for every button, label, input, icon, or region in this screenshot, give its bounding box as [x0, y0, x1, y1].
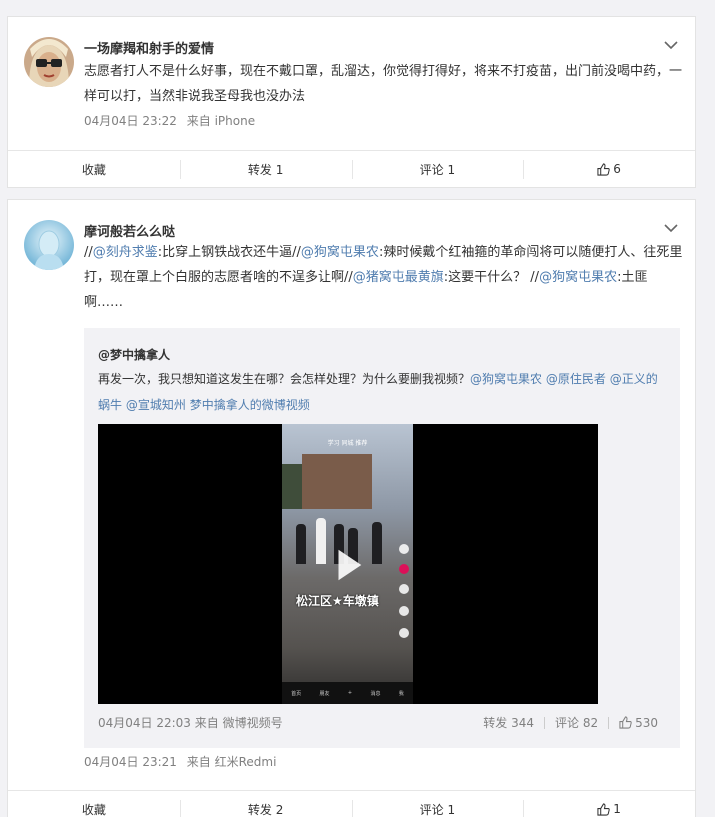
- mention-link[interactable]: @狗窝屯果农: [301, 245, 379, 260]
- like-button[interactable]: 6: [523, 151, 695, 187]
- video-overlay-label: 松江区★车墩镇: [296, 594, 379, 608]
- text-segment: //: [84, 245, 93, 260]
- comment-label: 评论 1: [419, 802, 456, 817]
- post-time[interactable]: 04月04日 23:22: [84, 114, 177, 128]
- quoted-meta: 04月04日 22:03 来自 微博视频号: [98, 714, 283, 731]
- chevron-down-icon[interactable]: [663, 39, 679, 51]
- quoted-username[interactable]: @梦中擒拿人: [98, 346, 170, 363]
- quoted-like-button[interactable]: 530: [619, 716, 658, 730]
- post-text: 志愿者打人不是什么好事，现在不戴口罩，乱溜达，你觉得打得好，将来不打疫苗，出门前…: [84, 64, 683, 104]
- quoted-source: 来自 微博视频号: [194, 716, 283, 730]
- mention-link[interactable]: @宣城知州: [126, 398, 186, 412]
- video-nav-item: 消息: [370, 690, 381, 697]
- video-nav-item: 我: [398, 690, 404, 697]
- feed-card: 一场摩羯和射手的爱情 志愿者打人不是什么好事，现在不戴口罩，乱溜达，你觉得打得好…: [7, 16, 696, 188]
- repost-label: 转发 2: [247, 802, 284, 817]
- text-segment: :比穿上钢铁战衣还牛逼//: [157, 245, 301, 260]
- thumbs-up-icon: [619, 716, 632, 729]
- quoted-stats: 转发 344 评论 82 530: [483, 714, 658, 731]
- video-app-nav: 首页 朋友 + 消息 我: [282, 682, 413, 704]
- quoted-like-count: 530: [635, 715, 658, 730]
- like-count: 1: [613, 802, 621, 816]
- thumbs-up-icon: [597, 162, 610, 176]
- quoted-post: @梦中擒拿人 再发一次，我只想知道这发生在哪？会怎样处理？为什么要删我视频？@狗…: [84, 328, 680, 748]
- video-frame: 学习 同城 推荐 松江区★车墩镇 首页 朋友 + 消息 我: [282, 424, 413, 704]
- quoted-time[interactable]: 04月04日 22:03: [98, 716, 191, 730]
- avatar[interactable]: [24, 37, 74, 87]
- like-count: 6: [613, 162, 621, 176]
- favorite-label: 收藏: [81, 162, 106, 177]
- username[interactable]: 一场摩羯和射手的爱情: [84, 38, 214, 57]
- thumbs-up-icon: [597, 802, 610, 816]
- chevron-down-icon[interactable]: [663, 222, 679, 234]
- video-nav-item: +: [347, 690, 353, 696]
- mention-link[interactable]: @狗窝屯果农: [470, 372, 542, 386]
- favorite-button[interactable]: 收藏: [8, 151, 180, 187]
- repost-label: 转发 1: [247, 162, 284, 177]
- video-nav-item: 朋友: [319, 690, 330, 697]
- favorite-label: 收藏: [81, 802, 106, 817]
- comment-button[interactable]: 评论 1: [351, 791, 524, 817]
- post-meta: 04月04日 23:21 来自 红米Redmi: [84, 753, 282, 770]
- mention-link[interactable]: @原住民者: [546, 372, 606, 386]
- post-time[interactable]: 04月04日 23:21: [84, 755, 177, 769]
- post-meta: 04月04日 23:22 来自 iPhone: [84, 112, 261, 129]
- feed-card: 摩诃般若么么哒 //@刻舟求鉴:比穿上钢铁战衣还牛逼//@狗窝屯果农:辣时候戴个…: [7, 199, 696, 817]
- post-text: //@刻舟求鉴:比穿上钢铁战衣还牛逼//@狗窝屯果农:辣时候戴个红袖箍的革命闯将…: [84, 240, 684, 315]
- repost-button[interactable]: 转发 2: [179, 791, 352, 817]
- like-button[interactable]: 1: [523, 791, 695, 817]
- favorite-button[interactable]: 收藏: [8, 791, 180, 817]
- text-segment: :这要干什么？ //: [443, 270, 540, 285]
- mention-link[interactable]: @狗窝屯果农: [539, 270, 617, 285]
- mention-link[interactable]: 梦中擒拿人的微博视频: [190, 398, 310, 412]
- video-nav-item: 首页: [291, 690, 302, 697]
- quoted-text: 再发一次，我只想知道这发生在哪？会怎样处理？为什么要删我视频？@狗窝屯果农 @原…: [98, 366, 668, 418]
- mention-link[interactable]: @刻舟求鉴: [93, 245, 158, 260]
- post-source: 来自 iPhone: [186, 114, 256, 128]
- quoted-comment-link[interactable]: 评论 82: [555, 714, 598, 731]
- post-source: 来自 红米Redmi: [186, 755, 277, 769]
- play-icon[interactable]: [329, 546, 367, 584]
- avatar[interactable]: [24, 220, 74, 270]
- action-bar: 收藏 转发 2 评论 1 1: [8, 790, 695, 817]
- quoted-repost-link[interactable]: 转发 344: [483, 714, 534, 731]
- repost-button[interactable]: 转发 1: [179, 151, 352, 187]
- comment-label: 评论 1: [419, 162, 456, 177]
- video-player[interactable]: 学习 同城 推荐 松江区★车墩镇 首页 朋友 + 消息 我: [98, 424, 598, 704]
- video-status-tabs: 学习 同城 推荐: [327, 440, 368, 447]
- action-bar: 收藏 转发 1 评论 1 6: [8, 150, 695, 187]
- text-segment: 再发一次，我只想知道这发生在哪？会怎样处理？为什么要删我视频？: [98, 372, 471, 386]
- comment-button[interactable]: 评论 1: [351, 151, 524, 187]
- username[interactable]: 摩诃般若么么哒: [84, 221, 175, 240]
- mention-link[interactable]: @猪窝屯最黄旗: [353, 270, 444, 285]
